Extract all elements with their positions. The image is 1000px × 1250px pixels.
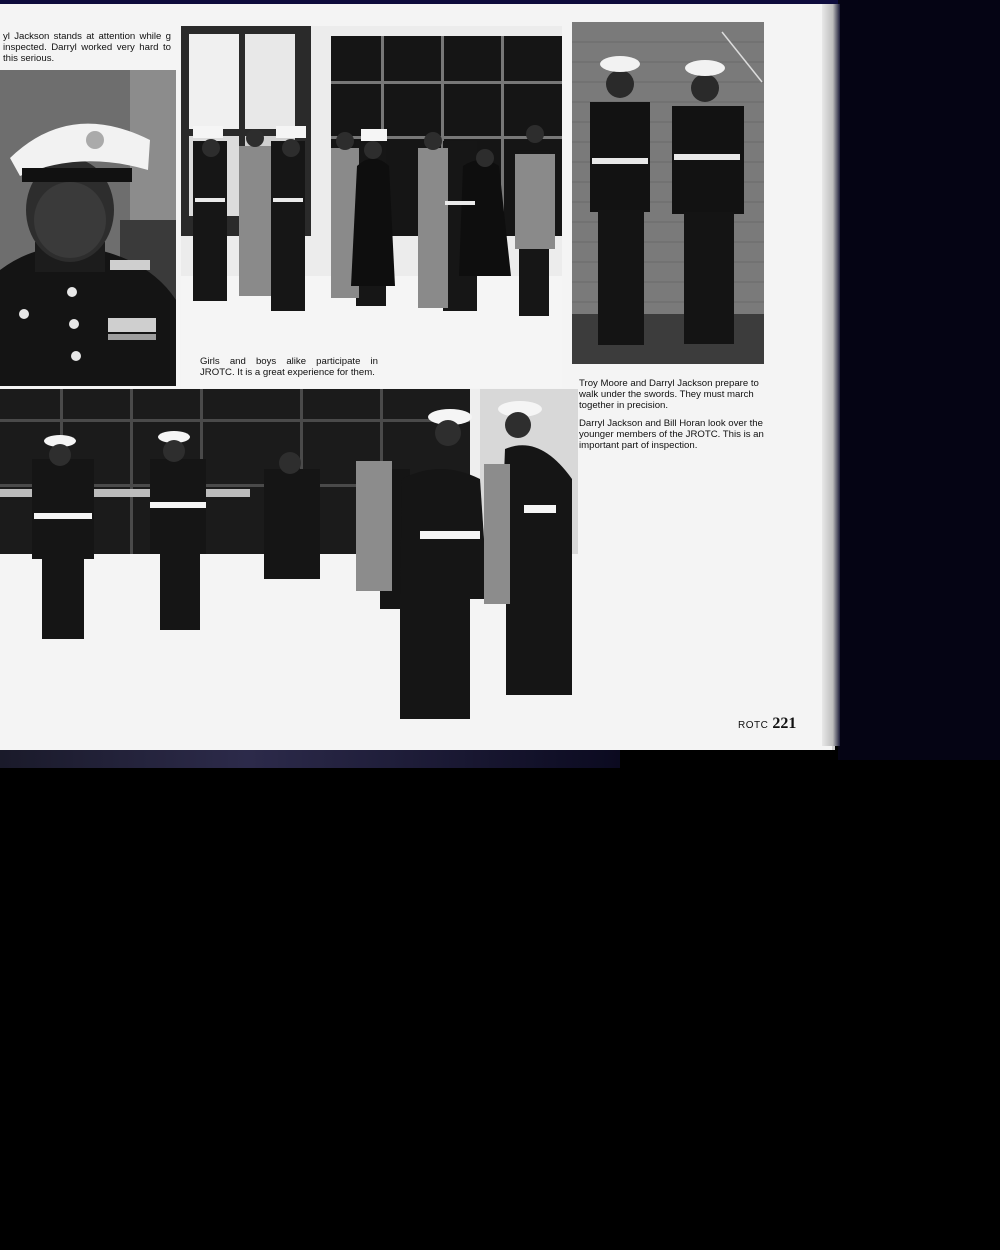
photo-cadets-line — [181, 26, 562, 388]
caption-darryl-bill-text: Darryl Jackson and Bill Horan look over … — [579, 418, 764, 451]
caption-troy-darryl-text: Troy Moore and Darryl Jackson prepare to… — [579, 378, 759, 411]
scan-background-bottom — [0, 748, 620, 768]
page-folio: ROTC 221 — [738, 715, 796, 733]
caption-girls-boys: Girls and boys alike participate in JROT… — [200, 356, 378, 378]
photo-cadet-portrait — [0, 70, 176, 386]
troy-darryl-image — [572, 22, 764, 364]
photo-troy-darryl — [572, 22, 764, 364]
folio-section: ROTC — [738, 720, 769, 731]
caption-portrait: yl Jackson stands at attention while g i… — [3, 31, 171, 64]
photo-inspection — [0, 389, 578, 723]
cadet-portrait-image — [0, 70, 176, 386]
inspection-image — [0, 389, 578, 723]
caption-troy-darryl: Troy Moore and Darryl Jackson prepare to… — [579, 378, 771, 458]
page-edge — [822, 4, 840, 746]
cadets-line-image — [181, 26, 562, 388]
book-binding — [838, 0, 1000, 760]
folio-page-number: 221 — [772, 715, 797, 732]
